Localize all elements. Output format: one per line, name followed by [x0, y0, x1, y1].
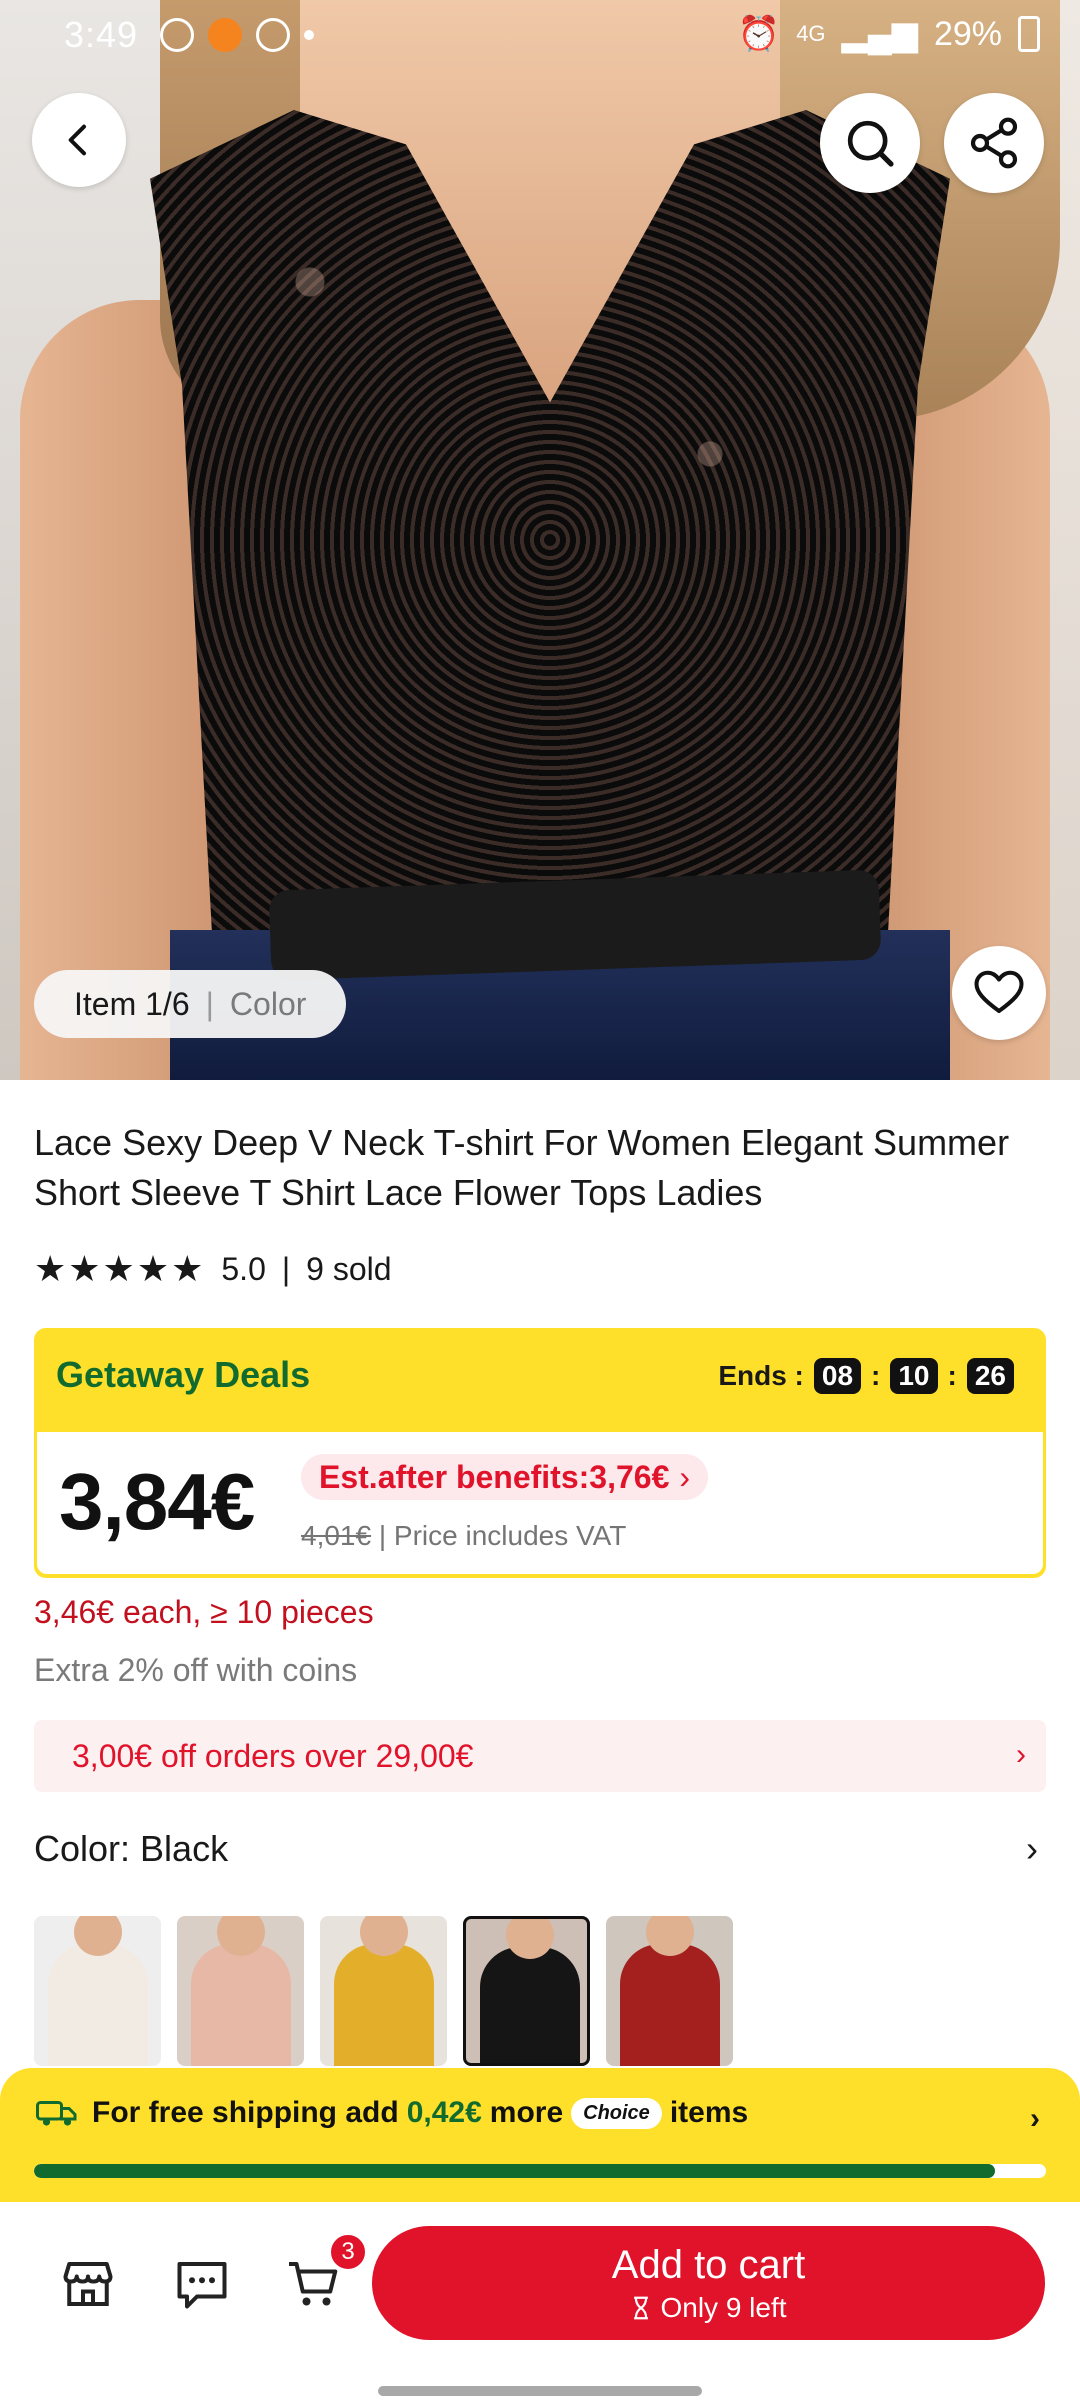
swatch-image [334, 1944, 434, 2066]
star-rating-icons: ★★★★★ [34, 1248, 206, 1289]
deal-label: Getaway Deals [56, 1354, 311, 1395]
chat-icon[interactable] [172, 2254, 232, 2314]
battery-icon [1018, 16, 1040, 52]
item-counter-tab[interactable]: Item 1/6 [74, 986, 190, 1023]
benefits-pill[interactable]: Est.after benefits:3,76€ › [301, 1454, 709, 1500]
product-image[interactable] [0, 0, 1080, 1080]
back-button[interactable] [32, 93, 126, 187]
chevron-right-icon: › [1030, 2102, 1040, 2135]
swatch-image [48, 1944, 148, 2066]
chevron-right-icon: › [1016, 1738, 1026, 1771]
home-gesture-handle[interactable] [378, 2386, 702, 2396]
share-icon [970, 117, 1018, 169]
bulk-offer: 3,46€ each, ≥ 10 pieces [34, 1594, 374, 1630]
original-price: 4,01€ [301, 1520, 372, 1551]
notification-icons [160, 18, 314, 52]
coupon-banner[interactable]: 3,00€ off orders over 29,00€ › [34, 1720, 1046, 1792]
original-price-row: 4,01€ | Price includes VAT [301, 1520, 626, 1552]
rating-divider: | [281, 1250, 291, 1287]
swatch-black[interactable] [463, 1916, 590, 2066]
wishlist-button[interactable] [952, 946, 1046, 1040]
status-bar: 3:49 ⏰ 4G ▂▄▆ 29% [0, 0, 1080, 70]
rating-value: 5.0 [221, 1250, 266, 1287]
price-divider: | [378, 1520, 394, 1551]
store-icon[interactable] [58, 2254, 118, 2314]
swatch-image [480, 1947, 580, 2063]
benefits-text: Est.after benefits:3,76€ [319, 1458, 670, 1495]
truck-icon [36, 2101, 77, 2126]
swatch-yellow[interactable] [320, 1916, 447, 2066]
battery-label: 29% [933, 14, 1002, 53]
more-notifications-dot [304, 30, 314, 40]
price-panel: 3,84€ Est.after benefits:3,76€ › 4,01€ |… [37, 1432, 1043, 1574]
stock-note: Only 9 left [630, 2291, 787, 2324]
back-arrow-icon [68, 124, 86, 156]
shipping-prefix: For free shipping add [92, 2096, 399, 2129]
chevron-right-icon: › [679, 1458, 691, 1495]
notification-icon [208, 18, 242, 52]
swatch-pink[interactable] [177, 1916, 304, 2066]
search-icon [847, 120, 894, 167]
cart-count-badge: 3 [328, 2232, 368, 2272]
add-to-cart-button[interactable]: Add to cart Only 9 left [372, 2226, 1045, 2340]
system-navigation-bar [0, 2362, 1080, 2408]
share-button[interactable] [944, 93, 1044, 193]
shipping-suffix: items [669, 2096, 749, 2129]
coins-offer: Extra 2% off with coins [34, 1652, 358, 1688]
sold-count: 9 sold [306, 1250, 392, 1287]
notification-icon [256, 18, 290, 52]
heart-icon [974, 970, 1024, 1014]
gallery-tabs: Item 1/6 | Color [34, 970, 347, 1038]
choice-badge: Choice [571, 2097, 662, 2129]
vat-note: Price includes VAT [393, 1520, 627, 1551]
color-selector[interactable]: Color: Black › [34, 1828, 1046, 1878]
deal-countdown: Ends : 08 : 10 : 26 [718, 1358, 1014, 1394]
coupon-text: 3,00€ off orders over 29,00€ [72, 1737, 474, 1774]
swatch-image [620, 1944, 720, 2066]
alarm-icon: ⏰ [737, 15, 781, 53]
swatch-white[interactable] [34, 1916, 161, 2066]
color-label: Color: Black [34, 1828, 229, 1869]
status-right: ⏰ 4G ▂▄▆ 29% [738, 14, 1040, 54]
product-title: Lace Sexy Deep V Neck T-shirt For Women … [34, 1122, 1010, 1213]
add-to-cart-label: Add to cart [611, 2242, 806, 2287]
free-shipping-bar[interactable]: For free shipping add 0,42€ more Choice … [0, 2068, 1080, 2202]
countdown-sep: : [947, 1360, 957, 1391]
tab-divider: | [205, 985, 214, 1022]
countdown-sep: : [871, 1360, 881, 1391]
color-tab[interactable]: Color [230, 986, 306, 1023]
search-button[interactable] [820, 93, 920, 193]
product-page: 3:49 ⏰ 4G ▂▄▆ 29% Item 1/6 | Color Lace … [0, 0, 1080, 2408]
bottom-action-bar: 3 Add to cart Only 9 left [0, 2202, 1080, 2362]
free-shipping-text: For free shipping add 0,42€ more Choice … [36, 2096, 748, 2130]
deal-box: Getaway Deals Ends : 08 : 10 : 26 3,84€ … [34, 1328, 1046, 1578]
countdown-minutes: 10 [890, 1358, 938, 1394]
shipping-progress-fill [34, 2164, 996, 2178]
ends-label: Ends : [718, 1360, 804, 1391]
shipping-middle: more [489, 2096, 564, 2129]
swatch-red[interactable] [606, 1916, 733, 2066]
swatch-image [191, 1944, 291, 2066]
stock-text: Only 9 left [660, 2291, 787, 2323]
chevron-right-icon: › [1026, 1828, 1038, 1869]
signal-icon: ▂▄▆ [841, 15, 918, 53]
shipping-amount: 0,42€ [406, 2096, 482, 2129]
color-swatches [34, 1916, 733, 2066]
shipping-progress-track [34, 2164, 1046, 2178]
current-price: 3,84€ [59, 1457, 255, 1546]
hourglass-icon [634, 2296, 649, 2319]
status-time: 3:49 [64, 14, 139, 55]
network-label: 4G [796, 21, 826, 46]
countdown-hours: 08 [813, 1358, 862, 1394]
countdown-seconds: 26 [966, 1358, 1014, 1394]
rating-row[interactable]: ★★★★★ 5.0 | 9 sold [34, 1248, 392, 1290]
notification-icon [160, 18, 194, 52]
